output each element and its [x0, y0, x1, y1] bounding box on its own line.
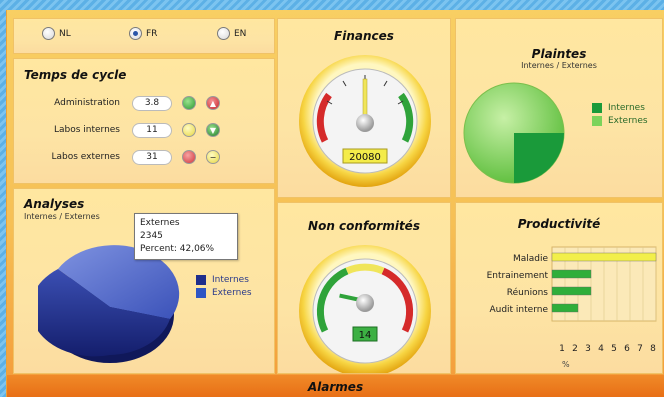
alarmes-title: Alarmes: [307, 380, 364, 394]
tooltip-percent: Percent: 42,06%: [140, 244, 215, 254]
radio-en[interactable]: [217, 27, 230, 40]
plaintes-legend: Internes Externes: [592, 103, 648, 129]
tooltip-series: Externes: [140, 218, 180, 228]
minus-yellow-icon[interactable]: −: [206, 150, 220, 164]
legend-swatch: [592, 103, 602, 113]
cycle-label: Administration: [54, 98, 120, 108]
bar-label: Maladie: [513, 254, 549, 264]
plaintes-title: Plaintes: [531, 47, 587, 61]
legend-item-internes: Internes: [196, 275, 252, 285]
x-tick-label: 5: [611, 344, 617, 354]
alarmes-bar[interactable]: Alarmes: [7, 375, 664, 397]
x-tick-label: 8: [650, 344, 656, 354]
bar-entrainement[interactable]: [551, 269, 592, 279]
legend-item-externes: Externes: [592, 116, 648, 126]
legend-item-internes: Internes: [592, 103, 648, 113]
tooltip-value: 2345: [140, 231, 163, 241]
nonconformites-title: Non conformités: [308, 219, 420, 233]
bar-réunions[interactable]: [551, 286, 592, 296]
cycle-row-labos-externes: Labos externes 31 −: [14, 149, 230, 165]
bar-label: Réunions: [507, 287, 549, 298]
nonconformites-value: 14: [359, 330, 372, 341]
cycle-value-field[interactable]: 31: [132, 149, 172, 165]
lang-option-fr[interactable]: FR: [129, 27, 157, 40]
x-tick-label: 1: [559, 344, 565, 354]
lang-label-fr: FR: [146, 28, 158, 39]
finances-gauge: 20080: [299, 55, 431, 187]
cycle-label: Labos externes: [51, 152, 120, 162]
lang-option-en[interactable]: EN: [217, 27, 246, 40]
legend-item-externes: Externes: [196, 288, 252, 298]
language-panel: NL FR EN: [13, 18, 275, 54]
radio-fr[interactable]: [129, 27, 142, 40]
x-tick-label: 3: [585, 344, 591, 354]
cycle-label: Labos internes: [53, 125, 120, 135]
legend-label: Externes: [212, 288, 252, 298]
status-red-icon[interactable]: [182, 150, 196, 164]
cycle-row-administration: Administration 3.8 ▲: [14, 95, 230, 111]
status-green-icon[interactable]: [182, 96, 196, 110]
plaintes-panel: Plaintes Internes / Externes Internes Ex…: [455, 18, 663, 198]
x-tick-label: 2: [572, 344, 578, 354]
legend-swatch: [196, 275, 206, 285]
nonconformites-panel: Non conformités 14: [277, 202, 451, 374]
pie-slice-internes[interactable]: [514, 133, 564, 183]
status-yellow-icon[interactable]: [182, 123, 196, 137]
x-tick-label: 6: [624, 344, 630, 354]
dashboard: NL FR EN Temps de cycle Administration 3…: [6, 10, 664, 397]
legend-swatch: [592, 116, 602, 126]
arrow-up-red-icon[interactable]: ▲: [206, 96, 220, 110]
arrow-down-green-icon[interactable]: ▼: [206, 123, 220, 137]
bar-audit-interne[interactable]: [551, 303, 579, 313]
cycle-panel: Temps de cycle Administration 3.8 ▲ Labo…: [13, 58, 275, 184]
cycle-title: Temps de cycle: [24, 68, 127, 82]
legend-label: Internes: [608, 103, 645, 113]
x-tick-label: 4: [598, 344, 604, 354]
x-axis-label: %: [562, 360, 570, 369]
radio-nl[interactable]: [42, 27, 55, 40]
legend-swatch: [196, 288, 206, 298]
cycle-row-labos-internes: Labos internes 11 ▼: [14, 122, 230, 138]
legend-label: Externes: [608, 116, 648, 126]
analyses-panel: Analyses Internes / Externes Internes Ex…: [13, 188, 275, 374]
bar-label: Audit interne: [489, 305, 548, 315]
plaintes-pie-chart[interactable]: [462, 81, 572, 191]
lang-option-nl[interactable]: NL: [42, 27, 71, 40]
finances-title: Finances: [334, 29, 394, 43]
productivite-bar-chart: Maladie Entrainement Réunions Audit interne…: [487, 246, 657, 354]
analyses-legend: Internes Externes: [196, 275, 252, 301]
nonconformites-gauge: 14: [299, 245, 431, 373]
analyses-title: Analyses: [24, 197, 85, 211]
finances-value: 20080: [349, 152, 381, 163]
productivite-panel: Productivité Maladie Entrainement Réunions…: [455, 202, 663, 374]
bar-maladie[interactable]: [551, 252, 657, 262]
cycle-value-field[interactable]: 11: [132, 122, 172, 138]
lang-label-nl: NL: [59, 28, 71, 39]
cycle-value-field[interactable]: 3.8: [132, 95, 172, 111]
plaintes-subtitle: Internes / Externes: [521, 61, 597, 70]
x-tick-label: 7: [637, 344, 643, 354]
bar-label: Entrainement: [487, 271, 549, 281]
finances-panel: Finances 20080: [277, 18, 451, 198]
legend-label: Internes: [212, 275, 249, 285]
lang-label-en: EN: [234, 28, 247, 39]
pie-tooltip: Externes 2345 Percent: 42,06%: [134, 213, 238, 260]
